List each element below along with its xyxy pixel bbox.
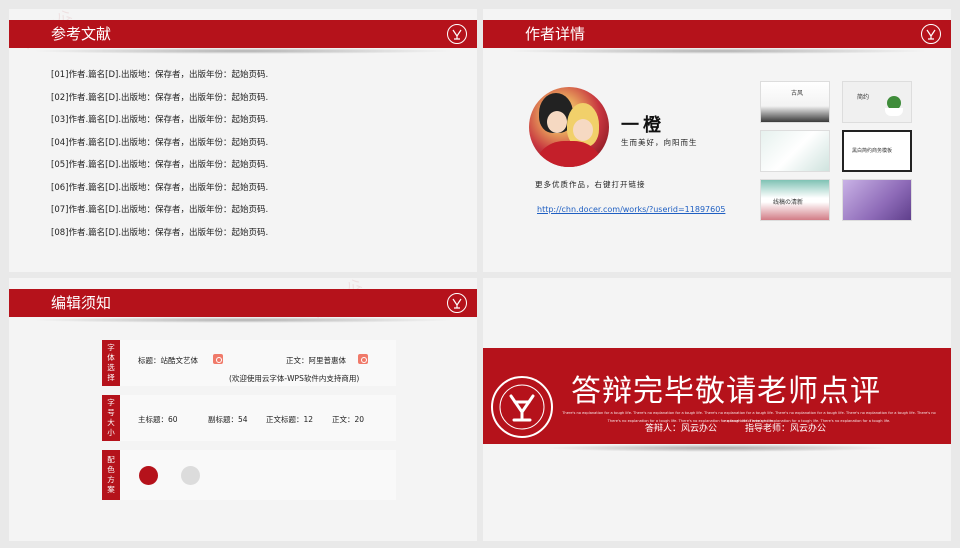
slide-title: 参考文献 <box>51 25 112 43</box>
sub-title-size: 副标题：54 <box>208 415 248 424</box>
slide-edit-notes[interactable]: 风云办公 编辑须知 字体选择 标题：站酷文艺体 正文：阿里普惠体 (欢迎使用云字… <box>9 278 477 541</box>
slide-closing[interactable]: 答辩完毕敬请老师点评 There's no explanation for a … <box>483 278 951 541</box>
slide-header: 参考文献 <box>9 20 477 54</box>
size-label: 字号大小 <box>102 395 120 441</box>
font-note: (欢迎使用云字体-WPS软件内支持商用) <box>229 374 360 383</box>
template-thumbnail[interactable]: 线稿の清新 <box>760 179 830 221</box>
font-download-icon[interactable] <box>213 354 223 364</box>
body-title-size: 正文标题：12 <box>266 415 314 424</box>
color-label: 配色方案 <box>102 450 120 500</box>
template-thumbnail[interactable] <box>760 130 830 172</box>
template-thumbnail[interactable] <box>842 179 912 221</box>
slide-title: 编辑须知 <box>51 294 112 312</box>
reference-item: [08]作者.篇名[D].出版地：保存者，出版年份：起始页码. <box>51 227 269 238</box>
reference-item: [06]作者.篇名[D].出版地：保存者，出版年份：起始页码. <box>51 182 269 193</box>
color-row <box>120 450 396 500</box>
reference-item: [07]作者.篇名[D].出版地：保存者，出版年份：起始页码. <box>51 205 269 215</box>
author-avatar <box>529 87 609 167</box>
university-logo-icon <box>921 24 941 44</box>
slide-header: 作者详情 <box>483 20 951 54</box>
slide-title: 作者详情 <box>525 25 586 43</box>
author-motto: 生而美好，向阳而生 <box>621 138 698 147</box>
author-name: 一橙 <box>621 115 665 136</box>
university-logo-icon <box>447 293 467 313</box>
reference-list: [01]作者.篇名[D].出版地：保存者，出版年份：起始页码. [02]作者.篇… <box>51 69 268 249</box>
font-download-icon[interactable] <box>358 354 368 364</box>
template-thumbnail[interactable]: 简约 <box>842 81 912 123</box>
author-link[interactable]: http://chn.docer.com/works/?userid=11897… <box>537 205 725 214</box>
university-logo-icon <box>447 24 467 44</box>
main-title-size: 主标题：60 <box>138 415 178 424</box>
color-swatch-gray[interactable] <box>181 466 200 485</box>
reference-item: [03]作者.篇名[D].出版地：保存者，出版年份：起始页码. <box>51 115 269 125</box>
reference-item: [05]作者.篇名[D].出版地：保存者，出版年份：起始页码. <box>51 160 269 170</box>
slide-references[interactable]: 风云办公 参考文献 [01]作者.篇名[D].出版地：保存者，出版年份：起始页码… <box>9 9 477 272</box>
template-thumbnail[interactable]: 黑白简约商务模板 <box>842 130 912 172</box>
reference-item: [01]作者.篇名[D].出版地：保存者，出版年份：起始页码. <box>51 70 269 80</box>
closing-band: 答辩完毕敬请老师点评 There's no explanation for a … <box>483 348 951 452</box>
body-text-size: 正文：20 <box>332 415 365 424</box>
university-seal-icon <box>491 376 553 438</box>
closing-title: 答辩完毕敬请老师点评 <box>571 374 881 409</box>
slide-author[interactable]: 作者详情 一橙 生而美好，向阳而生 更多优质作品，右键打开链接 http://c… <box>483 9 951 272</box>
color-swatch-red[interactable] <box>139 466 158 485</box>
advisor-name: 指导老师：风云办公 <box>745 424 827 434</box>
title-font: 标题：站酷文艺体 <box>138 356 198 365</box>
slide-header: 编辑须知 <box>9 289 477 323</box>
font-label: 字体选择 <box>102 340 120 386</box>
template-thumbnail[interactable]: 古风 <box>760 81 830 123</box>
body-font: 正文：阿里普惠体 <box>286 356 346 365</box>
defender-name: 答辩人：风云办公 <box>645 424 718 434</box>
reference-item: [04]作者.篇名[D].出版地：保存者，出版年份：起始页码. <box>51 137 269 148</box>
reference-item: [02]作者.篇名[D].出版地：保存者，出版年份：起始页码. <box>51 92 269 103</box>
author-more-text: 更多优质作品，右键打开链接 <box>535 180 646 189</box>
